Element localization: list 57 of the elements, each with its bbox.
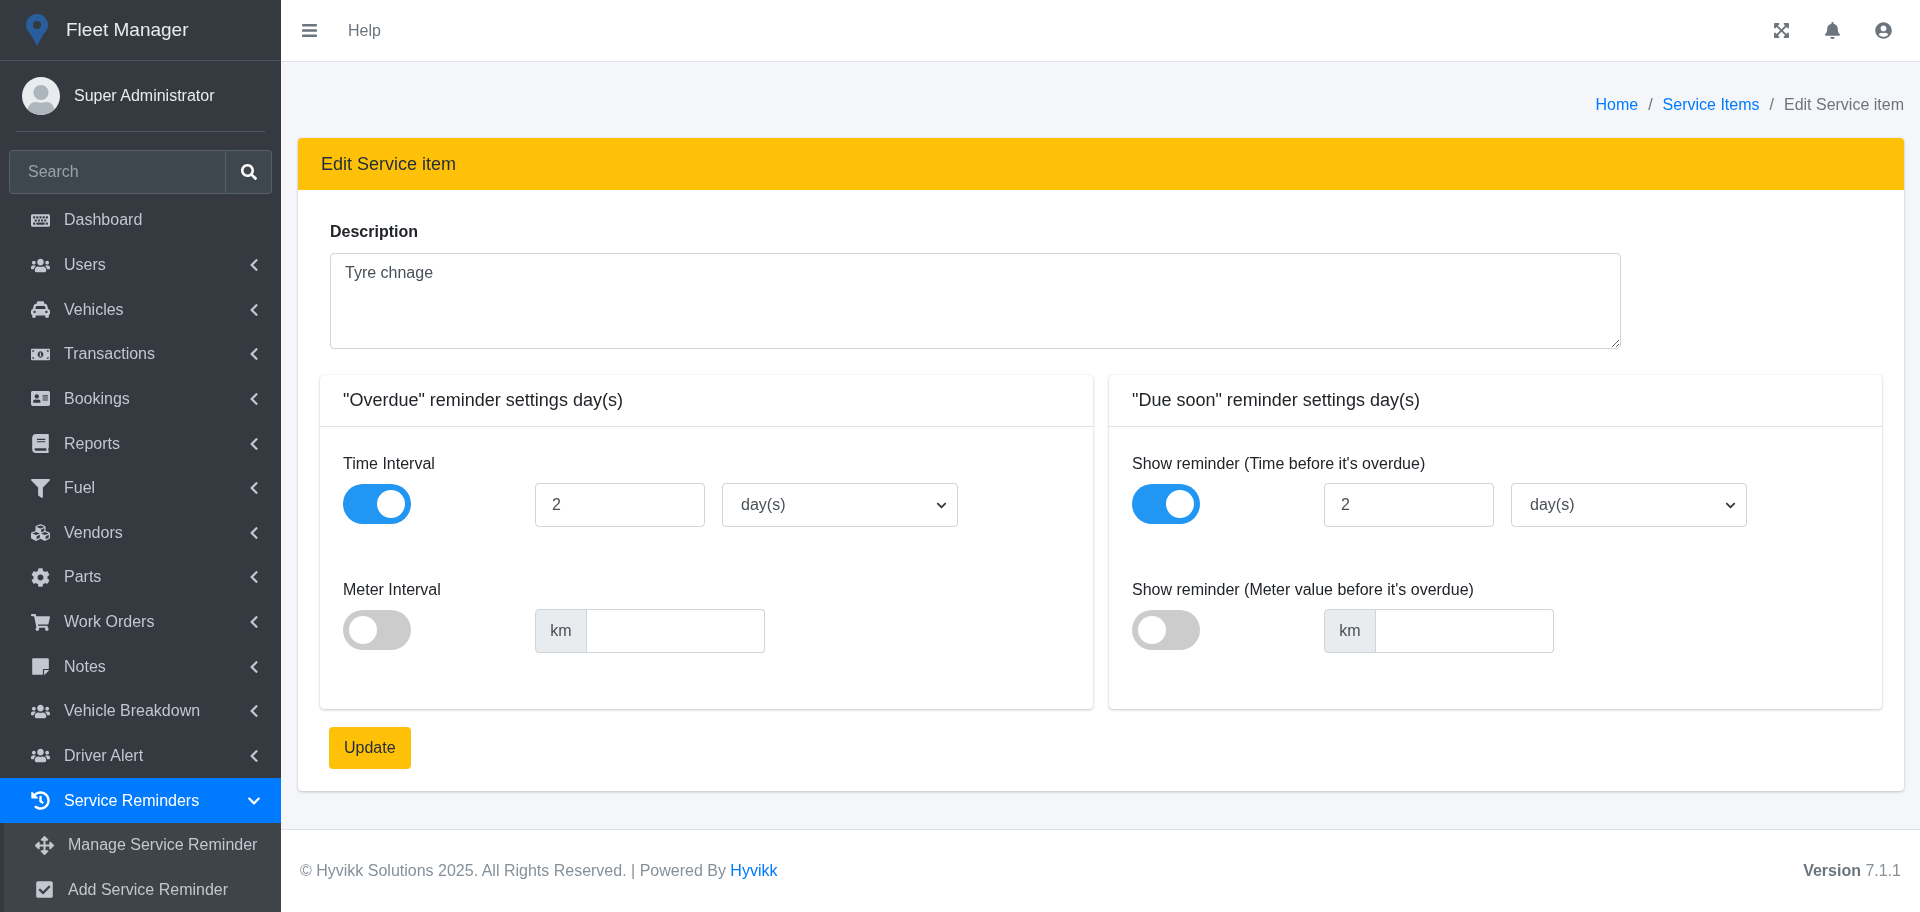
avatar-icon xyxy=(22,77,60,116)
panel-title: "Due soon" reminder settings day(s) xyxy=(1109,375,1882,427)
card-title: Edit Service item xyxy=(298,138,1904,190)
field-label: Meter Interval xyxy=(343,581,442,599)
breadcrumb-separator: / xyxy=(1648,96,1653,114)
footer-link[interactable]: Hyvikk xyxy=(730,862,778,879)
logo-icon xyxy=(24,13,50,48)
breadcrumb-current: Edit Service item xyxy=(1783,96,1904,114)
meter-field[interactable] xyxy=(587,609,765,653)
fullscreen-icon[interactable] xyxy=(1773,22,1790,39)
sidebar-item[interactable]: Bookings xyxy=(0,376,281,422)
field-label: Description xyxy=(330,223,419,241)
sidebar-item[interactable]: Vehicle Breakdown xyxy=(0,689,281,734)
brand-title[interactable]: Fleet Manager xyxy=(66,19,189,42)
toggle-switch[interactable] xyxy=(1132,483,1200,524)
sidebar-item[interactable]: Fuel xyxy=(0,465,281,511)
toggle-switch[interactable] xyxy=(343,609,411,650)
field-label: Time Interval xyxy=(343,455,436,473)
unit-label: km xyxy=(535,609,587,653)
breadcrumb-link[interactable]: Home xyxy=(1595,96,1639,114)
unit-label: km xyxy=(1324,609,1376,653)
sidebar-item[interactable]: Parts xyxy=(0,555,281,600)
update-button[interactable]: Update xyxy=(329,727,411,769)
search-icon xyxy=(240,164,257,181)
breadcrumb-separator: / xyxy=(1769,96,1774,114)
sidebar-item[interactable]: Driver Alert xyxy=(0,733,281,779)
user-name[interactable]: Super Administrator xyxy=(74,87,215,106)
help-link[interactable]: Help xyxy=(348,21,381,40)
sidebar-item[interactable]: Transactions xyxy=(0,332,281,377)
search-field[interactable]: Search xyxy=(9,150,226,195)
search-button[interactable] xyxy=(226,150,272,195)
sidebar-item[interactable]: Vendors xyxy=(0,510,281,556)
sidebar-item[interactable]: Service Reminders xyxy=(0,778,281,823)
field-label: Show reminder (Time before it's overdue) xyxy=(1132,455,1427,473)
breadcrumb-link[interactable]: Service Items xyxy=(1662,96,1760,114)
sidebar-item[interactable]: Dashboard xyxy=(0,198,281,243)
toggle-switch[interactable] xyxy=(1132,609,1200,650)
sidebar-item[interactable]: Notes xyxy=(0,644,281,689)
sidebar-item[interactable]: Users xyxy=(0,242,281,288)
field-label: Show reminder (Meter value before it's overdue) xyxy=(1132,581,1475,599)
description-field[interactable]: Tyre chnage xyxy=(330,253,1621,349)
interval-field[interactable]: 2 xyxy=(1324,483,1494,527)
bell-icon[interactable] xyxy=(1824,22,1841,39)
sidebar-item[interactable]: Work Orders xyxy=(0,599,281,645)
user-icon[interactable] xyxy=(1875,22,1892,39)
panel-title: "Overdue" reminder settings day(s) xyxy=(320,375,1093,427)
sidebar-item[interactable]: Vehicles xyxy=(0,287,281,332)
unit-dropdown[interactable]: day(s) xyxy=(722,483,958,527)
sidebar-item[interactable]: Reports xyxy=(0,421,281,466)
meter-field[interactable] xyxy=(1376,609,1554,653)
sidebar-subitem[interactable]: Manage Service Reminder xyxy=(4,822,281,868)
interval-field[interactable]: 2 xyxy=(535,483,705,527)
sidebar-subitem[interactable]: Add Service Reminder xyxy=(4,867,281,912)
version-text: Version 7.1.1 xyxy=(1803,862,1901,880)
copyright-text: © Hyvikk Solutions 2025. All Rights Reserved. | Powered By Hyvikk xyxy=(300,862,778,880)
toggle-switch[interactable] xyxy=(343,483,411,524)
unit-dropdown[interactable]: day(s) xyxy=(1511,483,1747,527)
